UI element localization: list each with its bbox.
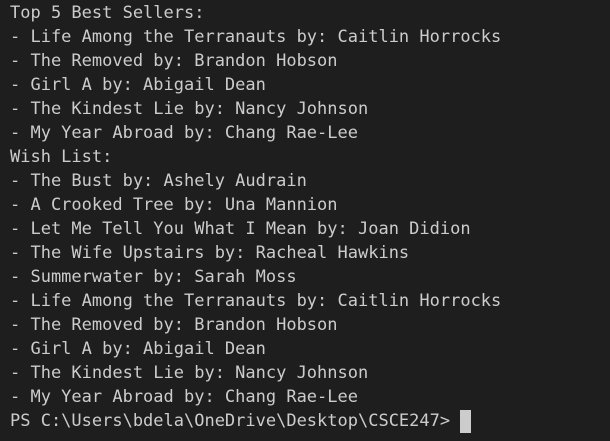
powershell-prompt: PS C:\Users\bdela\OneDrive\Desktop\CSCE2… <box>10 411 451 431</box>
wish-list-item: - Summerwater by: Sarah Moss <box>10 267 297 287</box>
best-seller-item: - The Kindest Lie by: Nancy Johnson <box>10 99 369 119</box>
best-seller-item: - The Removed by: Brandon Hobson <box>10 51 338 71</box>
text-cursor <box>460 409 472 433</box>
best-seller-item: - Life Among the Terranauts by: Caitlin … <box>10 27 502 47</box>
prompt-line[interactable]: PS C:\Users\bdela\OneDrive\Desktop\CSCE2… <box>10 409 610 433</box>
wish-list-item: - Life Among the Terranauts by: Caitlin … <box>10 291 502 311</box>
best-seller-item: - My Year Abroad by: Chang Rae-Lee <box>10 123 358 143</box>
wish-list-item: - Let Me Tell You What I Mean by: Joan D… <box>10 219 471 239</box>
wish-list-header: Wish List: <box>10 147 113 167</box>
wish-list-item: - The Wife Upstairs by: Racheal Hawkins <box>10 243 410 263</box>
best-sellers-header: Top 5 Best Sellers: <box>10 3 205 23</box>
wish-list-item: - The Bust by: Ashely Audrain <box>10 171 307 191</box>
wish-list-item: - The Removed by: Brandon Hobson <box>10 315 338 335</box>
wish-list-item: - My Year Abroad by: Chang Rae-Lee <box>10 387 358 407</box>
wish-list-item: - A Crooked Tree by: Una Mannion <box>10 195 338 215</box>
best-seller-item: - Girl A by: Abigail Dean <box>10 75 266 95</box>
terminal-output[interactable]: Top 5 Best Sellers: - Life Among the Ter… <box>0 0 610 441</box>
wish-list-item: - Girl A by: Abigail Dean <box>10 339 266 359</box>
wish-list-item: - The Kindest Lie by: Nancy Johnson <box>10 363 369 383</box>
